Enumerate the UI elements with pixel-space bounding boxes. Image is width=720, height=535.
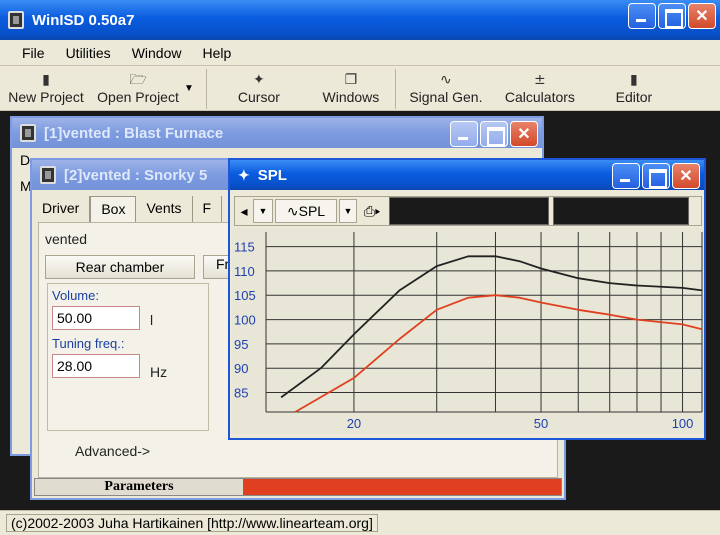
cursor-readout-box [389,197,549,225]
x-tick-label: 50 [534,416,548,431]
y-tick-label: 95 [234,337,248,352]
signal-gen-label: Signal Gen. [409,89,483,105]
project-window-2-title: [2]vented : Snorky 5 [64,166,208,184]
rear-chamber-group: Volume: 50.00 l Tuning freq.: 28.00 Hz [47,283,209,431]
new-project-button[interactable]: ▮ New Project [0,71,92,110]
tuning-freq-label: Tuning freq.: [52,336,125,351]
tab-vents[interactable]: Vents [136,196,193,222]
parameters-indicator [243,479,561,495]
toolbar-separator [205,68,207,109]
menu-bar: File Utilities Window Help [0,40,720,66]
tab-driver-fragment[interactable]: D [20,152,30,168]
tuning-freq-field[interactable]: 28.00 [52,354,140,378]
close-button[interactable] [688,3,716,29]
tab-box[interactable]: Box [90,196,137,222]
volume-field[interactable]: 50.00 [52,306,140,330]
y-tick-label: 110 [234,264,255,279]
open-project-button[interactable]: 🗁 Open Project [92,71,184,110]
calculators-label: Calculators [504,89,575,105]
toolbar-separator [394,68,396,109]
cursor-button[interactable]: ✦ Cursor [209,71,309,110]
spl-title: SPL [257,166,287,184]
volume-label: Volume: [52,288,99,303]
close-button[interactable] [510,121,538,147]
arrow-left-icon[interactable]: ◂ [237,199,251,223]
dropdown-arrow-icon[interactable]: ▼ [339,199,357,223]
maximize-button[interactable] [480,121,508,147]
close-button[interactable] [672,163,700,189]
project-icon [40,166,56,184]
tuning-freq-unit: Hz [150,364,168,380]
x-tick-label: 20 [347,416,361,431]
project-icon [20,124,36,142]
cursor-label: Cursor [237,89,280,105]
calculators-icon: ± [534,72,546,88]
menu-file[interactable]: File [8,45,52,61]
cursor-icon: ✦ [253,72,265,88]
calculators-button[interactable]: ± Calculators [494,71,586,110]
parameters-label[interactable]: Parameters [35,479,243,495]
spl-graph-selector[interactable]: ∿ SPL [275,199,337,223]
windows-label: Windows [322,89,380,105]
status-bar: (c)2002-2003 Juha Hartikainen [http://ww… [0,510,720,535]
project-window-1-title: [1]vented : Blast Furnace [44,124,224,142]
app-title: WinISD 0.50a7 [32,11,135,29]
menu-utilities[interactable]: Utilities [52,45,118,61]
y-tick-label: 115 [234,240,255,255]
spl-window: ✦ SPL ◂ ▼ ∿ SPL ▼ ⎙▸ 85 90 95 100 105 110 115 2… [228,158,706,440]
x-tick-label: 100 [672,416,694,431]
windows-button[interactable]: ❐ Windows [309,71,393,110]
main-toolbar: ▮ New Project 🗁 Open Project ▼ ✦ Cursor … [0,67,720,111]
spl-series-line-2 [294,294,703,413]
app-title-bar[interactable]: WinISD 0.50a7 [0,0,720,40]
y-tick-label: 100 [234,313,256,328]
status-text: (c)2002-2003 Juha Hartikainen [http://ww… [6,514,378,532]
windows-icon: ❐ [344,72,358,88]
spl-series-line-1 [280,255,703,399]
spl-graph-label: SPL [298,203,326,219]
spl-chart-svg: 85 90 95 100 105 110 115 20 50 100 [234,232,703,431]
wave-icon: ∿ [286,202,299,219]
minimize-button[interactable] [450,121,478,147]
open-project-label: Open Project [97,89,179,105]
editor-icon: ▮ [630,72,638,88]
editor-button[interactable]: ▮ Editor [586,71,682,110]
rear-chamber-button[interactable]: Rear chamber [45,255,195,279]
editor-label: Editor [615,89,653,105]
menu-help[interactable]: Help [188,45,238,61]
maximize-button[interactable] [642,163,670,189]
signal-gen-button[interactable]: ∿ Signal Gen. [398,71,494,110]
volume-unit: l [150,312,154,328]
spl-window-icon: ✦ [238,166,250,183]
y-tick-label: 90 [234,361,248,376]
project-window-1-title-bar[interactable]: [1]vented : Blast Furnace [12,118,542,148]
advanced-button[interactable]: Advanced-> [75,443,150,459]
project-tabs: Driver Box Vents F [32,196,223,222]
cursor-readout-box-2 [553,197,689,225]
spl-chart[interactable]: 85 90 95 100 105 110 115 20 50 100 [232,228,704,434]
new-project-label: New Project [8,89,84,105]
minimize-button[interactable] [612,163,640,189]
y-tick-label: 85 [234,386,248,401]
tab-filter[interactable]: F [193,196,223,222]
y-tick-label: 105 [234,288,256,303]
maximize-button[interactable] [658,3,686,29]
spl-title-bar[interactable]: ✦ SPL [230,160,704,190]
open-project-icon: 🗁 [129,72,147,88]
new-project-icon: ▮ [42,72,50,88]
print-icon[interactable]: ⎙▸ [359,199,385,223]
signal-gen-icon: ∿ [440,72,452,88]
menu-window[interactable]: Window [118,45,189,61]
tab-driver[interactable]: Driver [32,196,91,222]
dropdown-arrow-icon[interactable]: ▼ [253,199,273,223]
minimize-button[interactable] [628,3,656,29]
app-icon [8,11,24,29]
parameters-bar: Parameters [34,478,562,496]
spl-toolbar: ◂ ▼ ∿ SPL ▼ ⎙▸ [234,196,702,226]
box-type-label: vented [45,231,88,247]
open-project-dropdown-icon[interactable]: ▼ [184,83,194,94]
